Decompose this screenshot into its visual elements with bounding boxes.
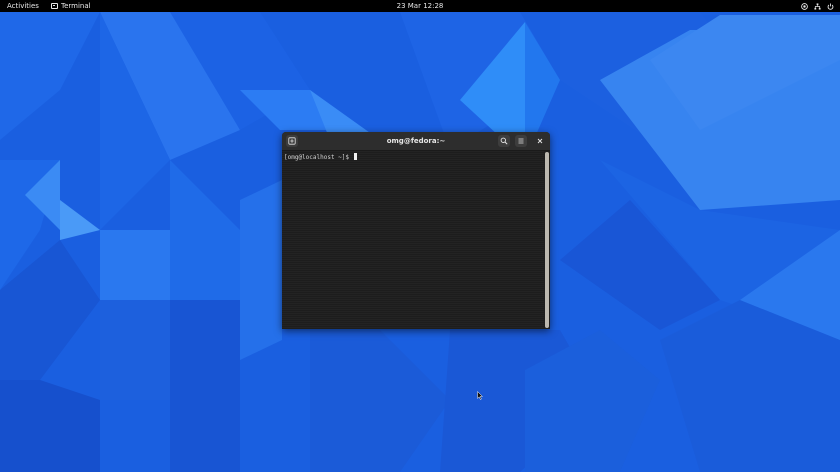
close-button[interactable]: [534, 135, 546, 147]
top-bar: Activities Terminal 23 Mar 12:28: [0, 0, 840, 12]
search-icon: [500, 137, 508, 145]
search-button[interactable]: [498, 135, 510, 147]
text-cursor: [353, 153, 357, 160]
close-icon: [537, 138, 543, 144]
hamburger-menu-icon: [518, 138, 524, 144]
system-tray[interactable]: [801, 0, 834, 12]
terminal-window[interactable]: omg@fedora:~ [omg@localhost ~]$: [282, 132, 550, 329]
clock-button[interactable]: 23 Mar 12:28: [397, 2, 444, 10]
activities-button[interactable]: Activities: [7, 0, 39, 12]
hamburger-menu-button[interactable]: [515, 135, 527, 147]
app-menu-button[interactable]: Terminal: [51, 0, 91, 12]
terminal-scrollbar[interactable]: [545, 152, 549, 328]
terminal-header-bar[interactable]: omg@fedora:~: [282, 132, 550, 151]
new-tab-button[interactable]: [286, 135, 298, 147]
terminal-output-area[interactable]: [omg@localhost ~]$: [282, 151, 544, 329]
shell-prompt-line: [omg@localhost ~]$: [284, 153, 357, 162]
shell-prompt: [omg@localhost ~]$: [284, 154, 353, 161]
mouse-pointer-icon: [477, 391, 483, 400]
accessibility-icon[interactable]: [801, 2, 808, 10]
network-icon[interactable]: [814, 2, 821, 10]
terminal-icon: [51, 3, 58, 9]
new-tab-icon: [288, 137, 296, 145]
app-name-label: Terminal: [61, 2, 91, 10]
power-icon[interactable]: [827, 3, 834, 10]
